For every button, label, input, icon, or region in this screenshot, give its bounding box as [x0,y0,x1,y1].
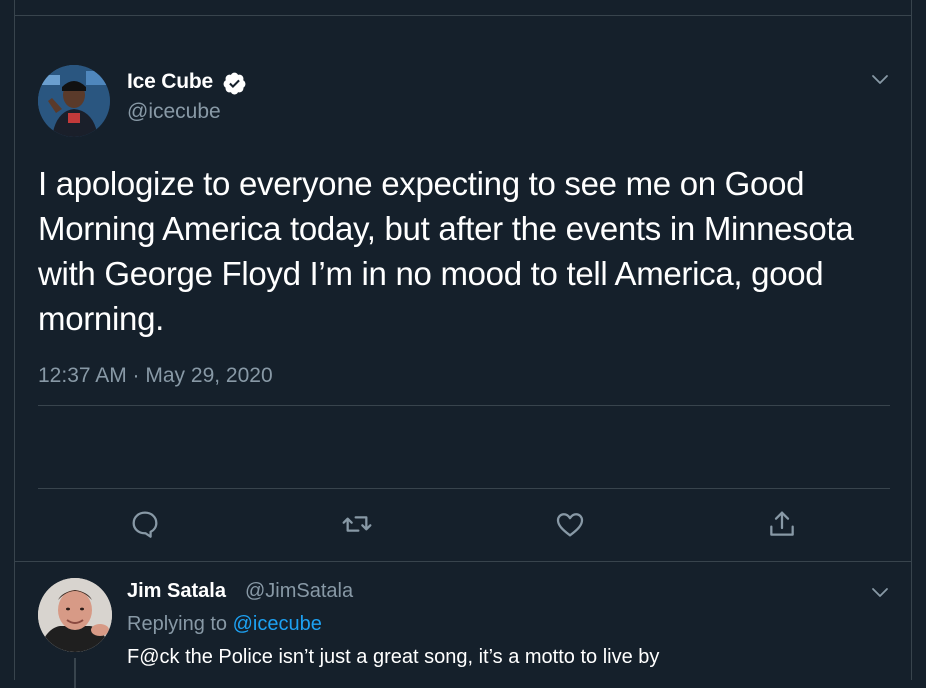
share-icon[interactable] [766,508,798,540]
reply-avatar-image [38,578,112,652]
replying-to-line: Replying to @icecube [127,613,322,636]
chevron-down-icon[interactable] [870,70,890,90]
stats-divider-bottom [38,488,890,489]
author-name[interactable]: Ice Cube [127,70,213,94]
tweet-reply-divider [15,561,911,562]
author-handle[interactable]: @icecube [127,100,221,124]
like-icon[interactable] [554,508,586,540]
tweet-text: I apologize to everyone expecting to see… [38,165,854,337]
avatar-image [38,65,110,137]
replying-to-mention[interactable]: @icecube [233,613,322,635]
tweet-timestamp[interactable]: 12:37 AM · May 29, 2020 [38,364,273,388]
reply-text: F@ck the Police isn’t just a great song,… [127,646,660,668]
chevron-down-icon[interactable] [870,583,890,603]
retweet-icon[interactable] [341,508,373,540]
top-divider [15,15,911,16]
stats-divider-top [38,405,890,406]
reply-author-name[interactable]: Jim Satala [127,580,226,603]
reply-icon[interactable] [129,508,161,540]
reply-author-handle[interactable]: @JimSatala [245,580,353,603]
author-avatar[interactable] [38,65,110,137]
thread-line [74,658,76,688]
replying-to-label: Replying to [127,613,228,635]
reply-avatar[interactable] [38,578,112,652]
verified-badge-icon [223,72,246,95]
timeline-column: Ice Cube @icecube I apologize to everyon… [14,0,912,688]
